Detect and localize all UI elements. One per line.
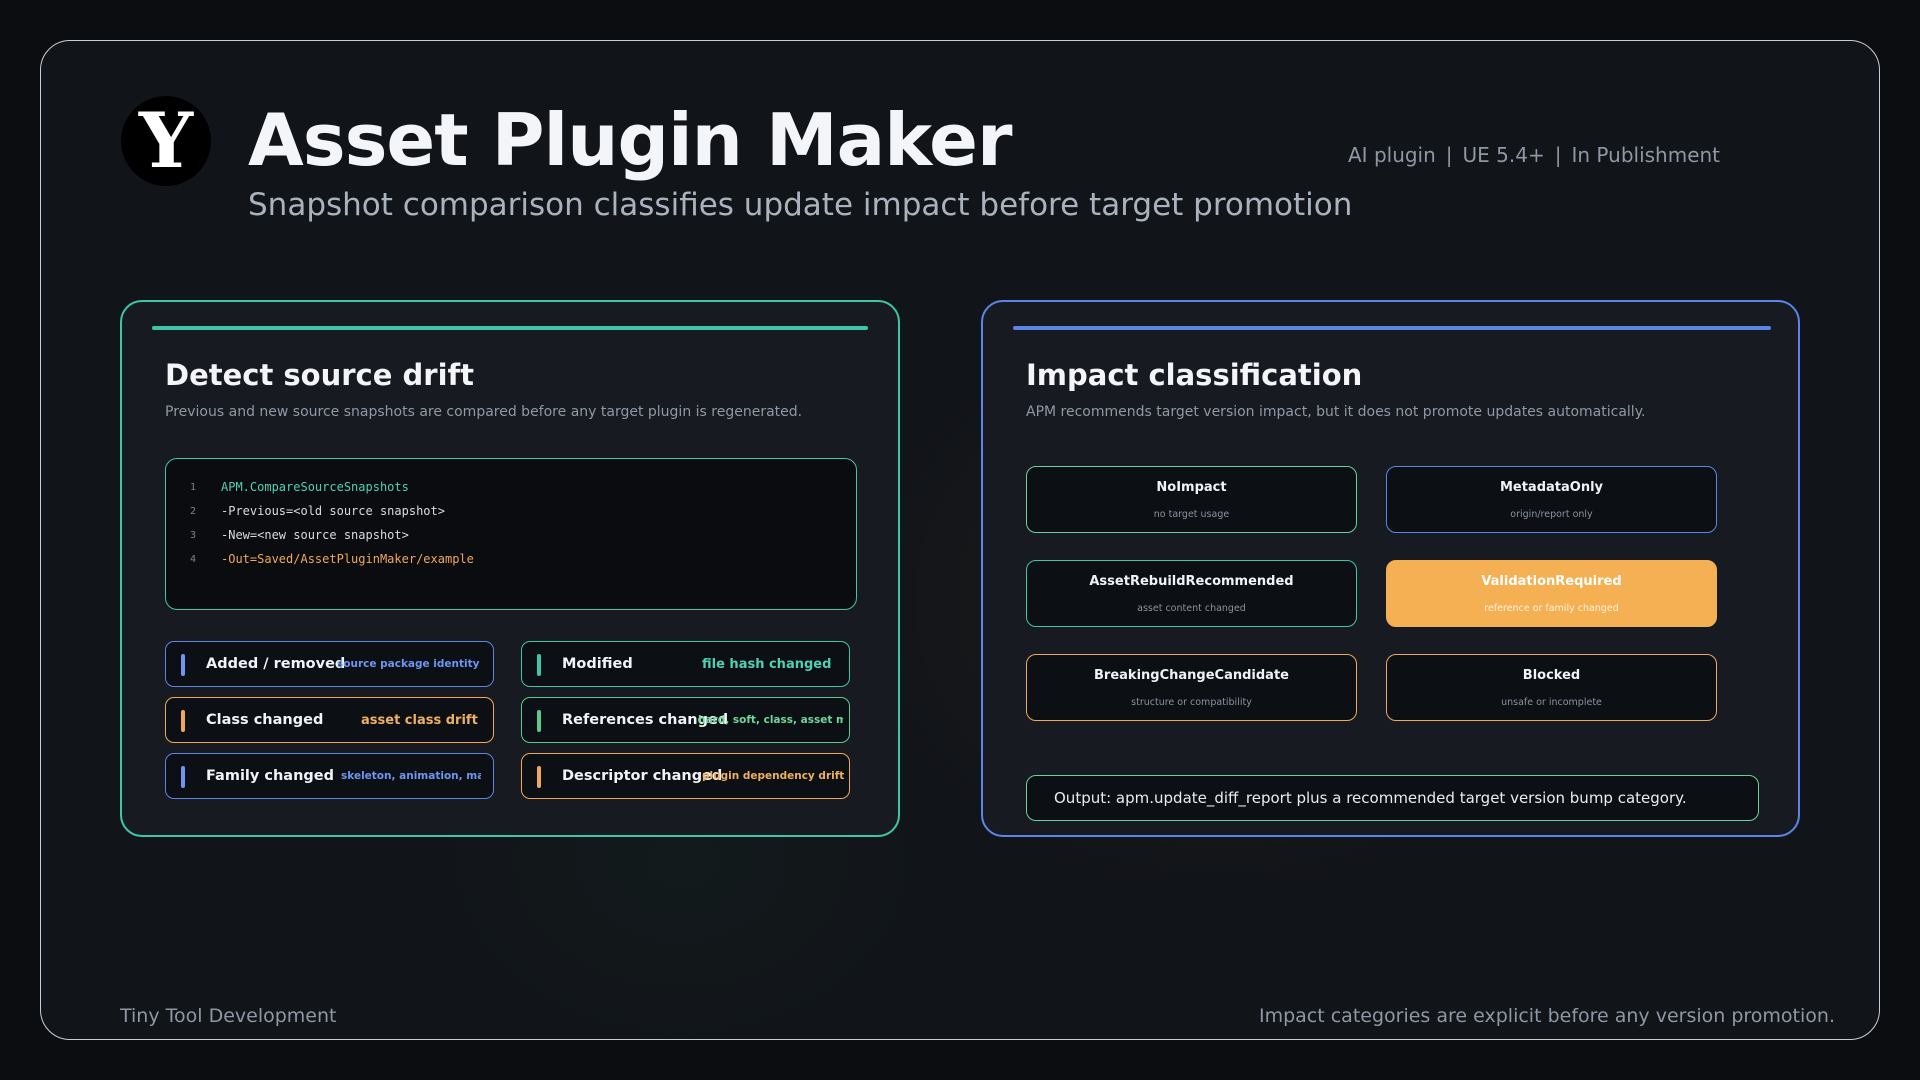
logo-icon: Y — [121, 96, 211, 186]
code-text: -Out=Saved/AssetPluginMaker/example — [221, 552, 474, 566]
chip-tag: plugin dependency drift — [702, 770, 845, 782]
panel-accent-bar — [1013, 326, 1771, 330]
meta-separator: | — [1445, 143, 1453, 167]
impact-sub: asset content changed — [1137, 603, 1246, 614]
code-line: 3 -New=<new source snapshot> — [190, 523, 856, 547]
chip-label: Family changed — [206, 768, 335, 784]
impact-metadata-only: MetadataOnly origin/report only — [1386, 466, 1717, 533]
panel-description: APM recommends target version impact, bu… — [1026, 404, 1646, 420]
code-text: -Previous=<old source snapshot> — [221, 504, 445, 518]
meta-separator: | — [1554, 143, 1562, 167]
impact-validation-required: ValidationRequired reference or family c… — [1386, 560, 1717, 627]
meta-info: AI plugin | UE 5.4+ | In Publishment — [1348, 143, 1720, 167]
line-number: 4 — [190, 553, 197, 565]
chip-accent — [181, 766, 185, 788]
line-number: 1 — [190, 481, 197, 493]
chip-tag: file hash changed — [702, 656, 832, 672]
impact-blocked: Blocked unsafe or incomplete — [1386, 654, 1717, 721]
impact-sub: no target usage — [1153, 509, 1230, 520]
chip-family-changed: Family changed skeleton, animation, ma..… — [165, 753, 494, 799]
impact-breaking-change-candidate: BreakingChangeCandidate structure or com… — [1026, 654, 1357, 721]
output-summary: Output: apm.update_diff_report plus a re… — [1026, 775, 1759, 821]
impact-classification-panel: Impact classification APM recommends tar… — [981, 300, 1800, 837]
impact-sub: unsafe or incomplete — [1501, 697, 1602, 708]
chip-accent — [537, 710, 541, 732]
panel-title: Impact classification — [1026, 358, 1363, 392]
chip-label: Added / removed — [206, 656, 346, 672]
impact-name: MetadataOnly — [1499, 480, 1604, 495]
impact-sub: origin/report only — [1510, 509, 1593, 520]
chip-tag: hard, soft, class, asset m... — [698, 714, 843, 726]
chip-added-removed: Added / removed source package identity — [165, 641, 494, 687]
code-block: 1 APM.CompareSourceSnapshots 2 -Previous… — [165, 458, 857, 610]
chip-accent — [181, 654, 185, 676]
chip-tag: source package identity — [337, 658, 480, 670]
impact-name: AssetRebuildRecommended — [1089, 574, 1294, 589]
code-text: APM.CompareSourceSnapshots — [221, 480, 409, 494]
line-number: 2 — [190, 505, 197, 517]
footer-brand: Tiny Tool Development — [120, 1005, 337, 1027]
chip-class-changed: Class changed asset class drift — [165, 697, 494, 743]
panel-accent-bar — [152, 326, 868, 330]
impact-name: ValidationRequired — [1481, 574, 1622, 589]
code-line: 4 -Out=Saved/AssetPluginMaker/example — [190, 547, 856, 571]
code-line: 2 -Previous=<old source snapshot> — [190, 499, 856, 523]
impact-name: BreakingChangeCandidate — [1094, 668, 1289, 683]
chip-label: Modified — [562, 656, 633, 672]
impact-sub: structure or compatibility — [1131, 697, 1252, 708]
panel-description: Previous and new source snapshots are co… — [165, 404, 803, 420]
chip-references-changed: References changed hard, soft, class, as… — [521, 697, 850, 743]
detect-drift-panel: Detect source drift Previous and new sou… — [120, 300, 900, 837]
chip-tag: asset class drift — [361, 712, 478, 728]
impact-sub: reference or family changed — [1484, 603, 1619, 614]
impact-asset-rebuild-recommended: AssetRebuildRecommended asset content ch… — [1026, 560, 1357, 627]
meta-engine-version: UE 5.4+ — [1462, 143, 1545, 167]
chip-label: Class changed — [206, 712, 324, 728]
footer-note: Impact categories are explicit before an… — [1258, 1005, 1835, 1027]
chip-modified: Modified file hash changed — [521, 641, 850, 687]
code-text: -New=<new source snapshot> — [221, 528, 409, 542]
chip-descriptor-changed: Descriptor changed plugin dependency dri… — [521, 753, 850, 799]
impact-no-impact: NoImpact no target usage — [1026, 466, 1357, 533]
panel-title: Detect source drift — [165, 358, 474, 392]
chip-accent — [537, 654, 541, 676]
page-title: Asset Plugin Maker — [248, 98, 1013, 182]
chip-accent — [537, 766, 541, 788]
line-number: 3 — [190, 529, 197, 541]
meta-type: AI plugin — [1348, 143, 1436, 167]
impact-name: NoImpact — [1156, 480, 1227, 495]
chip-label: Descriptor changed — [562, 768, 723, 784]
chip-tag: skeleton, animation, ma... — [341, 770, 481, 782]
code-line: 1 APM.CompareSourceSnapshots — [190, 475, 856, 499]
page-subtitle: Snapshot comparison classifies update im… — [248, 187, 1353, 223]
impact-name: Blocked — [1522, 668, 1581, 683]
meta-status: In Publishment — [1571, 143, 1721, 167]
chip-accent — [181, 710, 185, 732]
